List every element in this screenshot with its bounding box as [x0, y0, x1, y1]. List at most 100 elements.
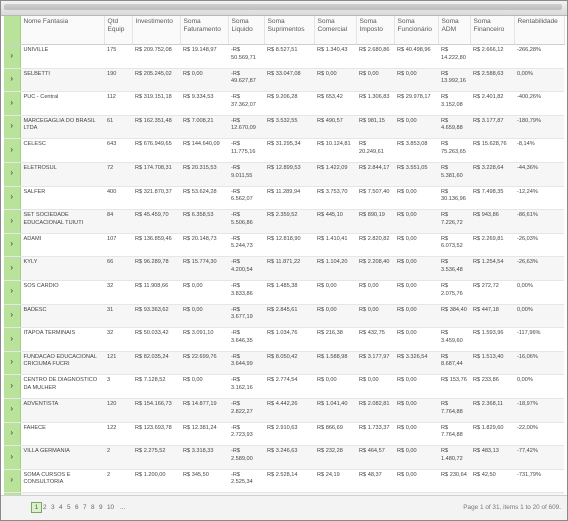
expand-row-button[interactable]: ›	[4, 469, 21, 494]
table-cell: R$ 0,00	[394, 115, 438, 140]
table-cell: R$ 2.075,76	[438, 280, 470, 305]
table-cell: 72	[104, 162, 132, 187]
chevron-right-icon: ›	[10, 380, 14, 390]
column-header[interactable]: Soma Imposto	[356, 16, 395, 45]
table-cell: R$ 7.226,72	[438, 209, 470, 234]
column-header[interactable]: Rentabilidade	[514, 16, 565, 45]
table-cell: 2	[104, 469, 132, 494]
page-link[interactable]: 6	[75, 503, 79, 513]
table-row[interactable]: › SOS CARDIO 32 R$ 11.908,66 R$ 0,00 -R$ 3.83…	[4, 280, 564, 305]
table-row[interactable]: › SALFER 400 R$ 321.870,37 R$ 53.624,28 -R$ 6…	[4, 186, 564, 211]
table-row[interactable]: › SET SOCIEDADE EDUCACIONAL TUIUTI 84 R$ 45…	[4, 209, 564, 234]
table-cell: SET SOCIEDADE EDUCACIONAL TUIUTI	[20, 209, 104, 234]
table-row[interactable]: › VILLA GERMANIA 2 R$ 2.275,52 R$ 3.318,33 -R…	[4, 445, 564, 470]
table-row[interactable]: › UNIVILLE 175 R$ 209.752,08 R$ 19.148,97 -R$…	[4, 44, 564, 69]
table-cell: MARCEGAGLIA DO BRASIL LTDA	[20, 115, 104, 140]
table-row[interactable]: › ADAMI 107 R$ 136.859,46 R$ 20.148,73 -R$ 5.…	[4, 233, 564, 258]
expand-row-button[interactable]: ›	[4, 162, 21, 187]
expand-row-button[interactable]: ›	[4, 351, 21, 376]
table-cell: R$ 123.693,78	[132, 422, 180, 447]
expand-row-button[interactable]: ›	[4, 91, 21, 116]
table-cell: R$ 943,86	[470, 209, 514, 234]
table-cell: R$ 12.381,24	[180, 422, 228, 447]
table-cell: R$ 8.687,44	[438, 351, 470, 376]
table-cell: R$ 15.628,76	[470, 138, 514, 163]
table-cell: R$ 6.358,53	[180, 209, 228, 234]
table-cell: ADAMI	[20, 233, 104, 258]
table-cell: -R$ 2.723,93	[228, 422, 264, 447]
page-link[interactable]: 9	[99, 503, 103, 513]
page-link[interactable]: 4	[59, 503, 63, 513]
column-header[interactable]: Soma Funcionário	[394, 16, 439, 45]
table-row[interactable]: › CENTRO DE DIAGNOSTICO DA MULHER 3 R$ 7.12…	[4, 374, 564, 399]
table-cell: ELETROSUL	[20, 162, 104, 187]
column-header[interactable]: Investimento	[132, 16, 181, 45]
expand-row-button[interactable]: ›	[4, 398, 21, 423]
page-link[interactable]: 3	[51, 503, 55, 513]
expand-row-button[interactable]: ›	[4, 115, 21, 140]
table-row[interactable]: › BADESC 31 R$ 93.363,62 R$ 0,00 -R$ 3.677,19…	[4, 304, 564, 329]
table-row[interactable]: › MARCEGAGLIA DO BRASIL LTDA 61 R$ 162.351,…	[4, 115, 564, 140]
page-link[interactable]: 10	[107, 503, 114, 513]
table-cell: R$ 233,86	[470, 374, 514, 399]
page-link[interactable]: 7	[83, 503, 87, 513]
expand-row-button[interactable]: ›	[4, 186, 21, 211]
expand-row-button[interactable]: ›	[4, 44, 21, 69]
table-row[interactable]: › ADVENTISTA 120 R$ 154.166,73 R$ 14.877,19-…	[4, 398, 564, 423]
column-header[interactable]: Soma Faturamento	[180, 16, 229, 45]
table-cell: R$ 1.485,38	[264, 280, 314, 305]
top-scrollbar[interactable]	[4, 4, 562, 10]
table-cell: 66	[104, 256, 132, 281]
chevron-right-icon: ›	[10, 310, 14, 320]
column-header[interactable]: Soma Liquido	[228, 16, 265, 45]
table-cell: R$ 2.588,63	[470, 68, 514, 93]
expand-row-button[interactable]: ›	[4, 304, 21, 329]
expand-row-button[interactable]: ›	[4, 209, 21, 234]
column-header[interactable]: Soma Financeiro	[470, 16, 515, 45]
table-row[interactable]: › FAHECE 122 R$ 123.693,78 R$ 12.381,24 -R$ 2…	[4, 422, 564, 447]
page-ellipsis[interactable]: ...	[120, 503, 125, 513]
column-header[interactable]: Soma Comercial	[314, 16, 357, 45]
expand-row-button[interactable]: ›	[4, 374, 21, 399]
column-header[interactable]: Nome Fantasia	[20, 16, 105, 45]
table-row[interactable]: › CELESC 643 R$ 676.949,65 R$ 144.640,09 -R$ …	[4, 138, 564, 163]
table-cell: -R$ 3.833,86	[228, 280, 264, 305]
expand-row-button[interactable]: ›	[4, 138, 21, 163]
table-cell: R$ 7.764,88	[438, 422, 470, 447]
page-link[interactable]: 5	[67, 503, 71, 513]
column-header[interactable]: Soma ADM	[438, 16, 471, 45]
table-cell: R$ 464,57	[356, 445, 394, 470]
expand-row-button[interactable]: ›	[4, 280, 21, 305]
table-row[interactable]: › ITAPOA TERMINAIS 32 R$ 50.033,42 R$ 3.091,…	[4, 327, 564, 352]
page-link[interactable]: 2	[43, 503, 47, 513]
table-row[interactable]: › SELBETTI 190 R$ 205.245,02 R$ 0,00 -R$ 49.6…	[4, 68, 564, 93]
table-row[interactable]: › PUC - Central 112 R$ 319.151,18 R$ 9.334,5…	[4, 91, 564, 116]
expand-row-button[interactable]: ›	[4, 68, 21, 93]
table-cell: R$ 0,00	[394, 398, 438, 423]
expand-row-button[interactable]: ›	[4, 233, 21, 258]
table-cell: R$ 144.640,09	[180, 138, 228, 163]
column-header[interactable]: Soma Suprimentos	[264, 16, 315, 45]
table-row[interactable]: › SOMA CURSOS E CONSULTORIA 2 R$ 1.200,00 R$…	[4, 469, 564, 494]
expand-row-button[interactable]: ›	[4, 445, 21, 470]
chevron-right-icon: ›	[10, 215, 14, 225]
chevron-right-icon: ›	[10, 451, 14, 461]
table-cell: R$ 50.033,42	[132, 327, 180, 352]
table-cell: R$ 0,00	[394, 68, 438, 93]
table-cell: -R$ 50.569,71	[228, 44, 264, 69]
table-cell: R$ 1.104,20	[314, 256, 356, 281]
expand-row-button[interactable]: ›	[4, 256, 21, 281]
table-row[interactable]: › FUNDACAO EDUCACIONAL CRICIUMA FUCRI 121 R…	[4, 351, 564, 376]
page-link[interactable]: 8	[91, 503, 95, 513]
table-row[interactable]: › KYLY 66 R$ 96.289,78 R$ 15.774,30 -R$ 4.200…	[4, 256, 564, 281]
table-cell: R$ 2.528,14	[264, 469, 314, 494]
table-cell: R$ 0,00	[394, 422, 438, 447]
expand-row-button[interactable]: ›	[4, 422, 21, 447]
expand-row-button[interactable]: ›	[4, 327, 21, 352]
column-header[interactable]: Qtd Equip	[104, 16, 133, 45]
table-cell: R$ 82.035,24	[132, 351, 180, 376]
table-cell: R$ 29.978,17	[394, 91, 438, 116]
table-row[interactable]: › ELETROSUL 72 R$ 174.708,31 R$ 20.315,53 -R$…	[4, 162, 564, 187]
table-cell: 175	[104, 44, 132, 69]
page-link[interactable]: 1	[31, 502, 42, 513]
